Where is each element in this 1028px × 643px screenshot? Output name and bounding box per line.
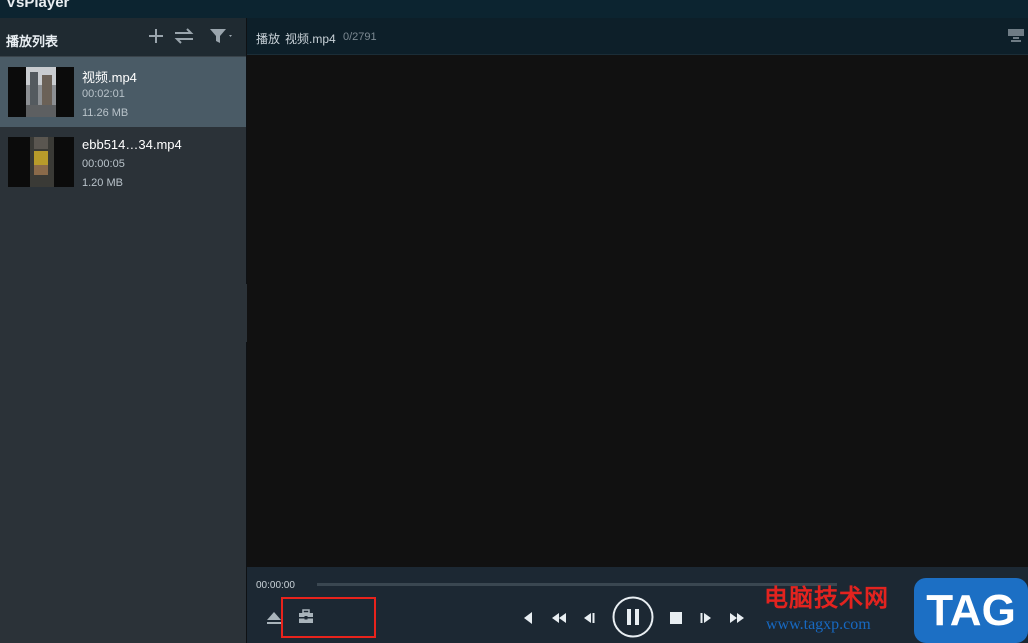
progress-bar[interactable]: [317, 583, 837, 586]
stop-icon[interactable]: [669, 611, 683, 625]
watermark: 电脑技术网 www.tagxp.com TAG: [764, 578, 1028, 643]
item-duration: 00:02:01: [82, 88, 125, 100]
video-display[interactable]: [247, 55, 1028, 567]
playlist-sidebar: 播放列表 视频.mp4 00:02:01 11.26 MB ebb514…34.…: [0, 18, 246, 643]
app-title: VsPlayer: [6, 0, 70, 11]
item-name: 视频.mp4: [82, 70, 137, 85]
item-size: 11.26 MB: [82, 107, 129, 119]
current-time: 00:00:00: [256, 580, 295, 591]
watermark-url: www.tagxp.com: [766, 616, 871, 633]
video-thumbnail: [8, 67, 74, 117]
rewind-icon[interactable]: [551, 611, 567, 625]
step-forward-icon[interactable]: [699, 611, 713, 625]
video-thumbnail: [8, 137, 74, 187]
playlist-title: 播放列表: [6, 34, 59, 49]
filter-icon[interactable]: [209, 27, 235, 47]
title-bar: VsPlayer: [0, 0, 1028, 18]
frame-count: 0/2791: [343, 31, 377, 43]
list-item[interactable]: 视频.mp4 00:02:01 11.26 MB: [0, 57, 246, 127]
watermark-cn: 电脑技术网: [764, 585, 889, 612]
now-playing-file: 视频.mp4: [285, 32, 336, 46]
step-back-icon[interactable]: [582, 611, 596, 625]
playlist-header: 播放列表: [0, 18, 246, 57]
prev-frame-icon[interactable]: [522, 611, 534, 625]
fast-forward-icon[interactable]: [729, 611, 745, 625]
pause-button[interactable]: [612, 596, 654, 638]
swap-icon[interactable]: [173, 27, 195, 47]
item-duration: 00:00:05: [82, 158, 125, 170]
item-size: 1.20 MB: [82, 177, 123, 189]
monitor-icon[interactable]: [1007, 28, 1025, 42]
list-item[interactable]: ebb514…34.mp4 00:00:05 1.20 MB: [0, 127, 246, 197]
item-name: ebb514…34.mp4: [82, 137, 182, 152]
now-playing-label: 播放: [256, 32, 281, 46]
watermark-tag-text: TAG: [926, 586, 1016, 635]
eject-icon[interactable]: [266, 611, 282, 625]
highlight-annotation: [281, 597, 376, 638]
add-icon[interactable]: [147, 27, 165, 47]
player-header: 播放 视频.mp4 0/2791: [247, 18, 1028, 55]
watermark-tag-logo: TAG: [914, 578, 1028, 643]
